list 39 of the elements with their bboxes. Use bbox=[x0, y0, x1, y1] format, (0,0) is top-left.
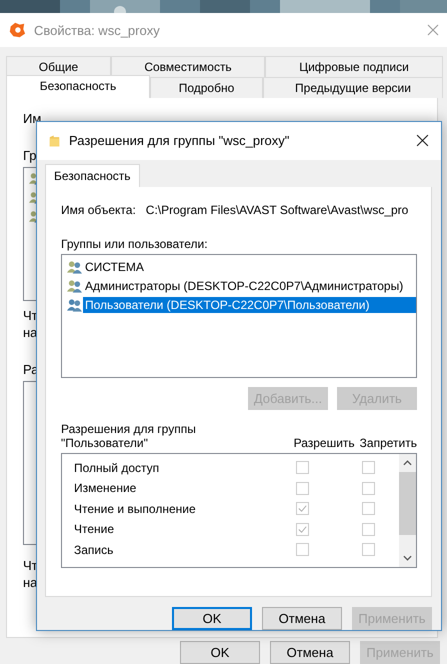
dialog-button[interactable]: OK bbox=[180, 641, 260, 664]
tab[interactable]: Безопасность bbox=[6, 75, 150, 98]
permission-name: Чтение и выполнение bbox=[74, 502, 197, 516]
folder-icon bbox=[49, 134, 60, 148]
tab[interactable]: Общие bbox=[6, 56, 111, 78]
permission-name: Запись bbox=[74, 542, 114, 557]
dialog-title: Разрешения для группы "wsc_proxy" bbox=[69, 133, 290, 148]
column-header: Запретить bbox=[360, 436, 417, 450]
column-header: Разрешить bbox=[294, 436, 355, 450]
tab[interactable]: Подробно bbox=[150, 77, 263, 98]
permission-name: Полный доступ bbox=[74, 460, 160, 475]
permission-name: Изменение bbox=[74, 481, 138, 496]
label-fragment: Гр bbox=[23, 147, 37, 164]
dialog-button[interactable]: Отмена bbox=[262, 607, 342, 630]
scroll-up-icon[interactable] bbox=[403, 460, 412, 466]
users-icon bbox=[67, 279, 82, 294]
tab[interactable]: Совместимость bbox=[111, 56, 265, 78]
scrollbar[interactable] bbox=[399, 454, 416, 567]
dialog-button[interactable]: Отмена bbox=[270, 641, 350, 664]
tab[interactable]: Предыдущие версии bbox=[263, 77, 443, 98]
users-icon bbox=[67, 298, 82, 312]
section-label: Разрешения для группы "Пользователи" bbox=[61, 422, 197, 450]
label-fragment: Чт bbox=[23, 307, 38, 324]
list-item[interactable]: Администраторы (DESKTOP-C22C0P7\Администраторы) bbox=[83, 278, 406, 294]
close-icon[interactable] bbox=[416, 134, 429, 148]
app-icon bbox=[8, 21, 26, 40]
permission-name: Чтение bbox=[74, 522, 116, 536]
label-fragment: Чт bbox=[23, 557, 38, 574]
tab[interactable]: Безопасность bbox=[45, 164, 140, 187]
window-title: Свойства: wsc_proxy bbox=[34, 22, 161, 38]
section-label: Группы или пользователи: bbox=[61, 236, 209, 251]
dialog-button[interactable]: OK bbox=[172, 607, 252, 630]
field-label: Имя объекта: bbox=[61, 202, 136, 217]
scroll-down-icon[interactable] bbox=[403, 554, 412, 561]
list-item[interactable]: СИСТЕМА bbox=[83, 259, 146, 276]
tab[interactable]: Цифровые подписи bbox=[265, 56, 443, 78]
object-path: C:\Program Files\AVAST Software\Avast\wsc_pro bbox=[146, 202, 408, 217]
list-item[interactable]: Пользователи (DESKTOP-C22C0P7\Пользователи) bbox=[83, 297, 416, 314]
users-icon bbox=[67, 260, 82, 274]
